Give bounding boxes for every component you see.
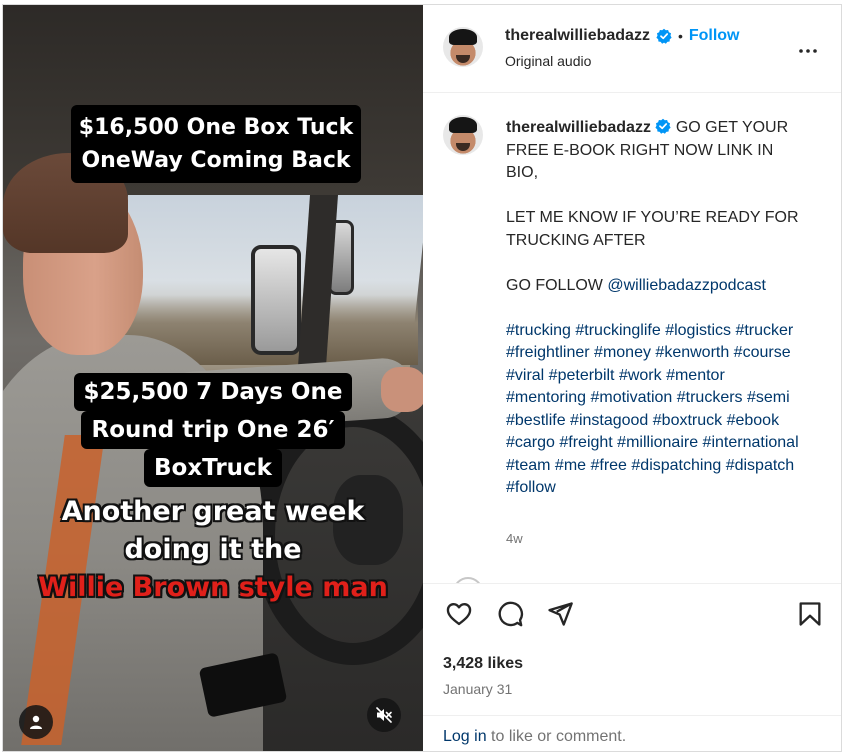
more-options-icon[interactable]: [796, 39, 820, 63]
video-player[interactable]: $16,500 One Box Tuck OneWay Coming Back …: [3, 5, 423, 751]
header-user-row: therealwilliebadazz • Follow: [505, 27, 740, 45]
likes-count[interactable]: 3,428 likes: [443, 655, 523, 673]
video-caption-bottom-white: Another great week doing it the: [61, 496, 365, 565]
action-bar: [423, 583, 841, 635]
avatar[interactable]: [443, 115, 483, 155]
caption-hashtags[interactable]: #trucking #truckinglife #logistics #truc…: [506, 322, 803, 497]
share-icon[interactable]: [546, 600, 574, 628]
bookmark-icon[interactable]: [796, 600, 824, 628]
comment-icon[interactable]: [496, 600, 524, 628]
user-tag-button[interactable]: [19, 705, 53, 739]
video-person: [381, 367, 423, 412]
login-prompt-text: Log in to like or comment.: [443, 728, 626, 746]
caption-mention-link[interactable]: @williebadazzpodcast: [607, 277, 766, 294]
video-background: [251, 245, 301, 355]
post-date: January 31: [443, 681, 513, 697]
header-separator: •: [677, 28, 683, 44]
caption-timestamp: 4w: [506, 531, 523, 546]
heart-icon[interactable]: [445, 600, 473, 628]
login-prompt: Log in to like or comment.: [423, 715, 841, 751]
verified-badge-icon: [655, 118, 671, 134]
video-caption-mid-line: BoxTruck: [144, 449, 282, 487]
caption-text: therealwilliebadazz GO GET YOUR FREE E-B…: [506, 117, 806, 500]
mute-icon: [376, 707, 392, 723]
caption-username[interactable]: therealwilliebadazz: [506, 119, 651, 136]
caption-section: therealwilliebadazz GO GET YOUR FREE E-B…: [423, 93, 841, 583]
follow-button[interactable]: Follow: [689, 27, 740, 45]
post-header: therealwilliebadazz • Follow Original au…: [423, 5, 841, 93]
video-caption-bottom: Another great week doing it the Willie B…: [33, 493, 393, 607]
video-caption-top: $16,500 One Box Tuck OneWay Coming Back: [71, 105, 361, 183]
header-username[interactable]: therealwilliebadazz: [505, 27, 650, 45]
user-tag-icon: [30, 715, 42, 729]
video-caption-mid-line: $25,500 7 Days One: [73, 373, 353, 411]
post-dialog: $16,500 One Box Tuck OneWay Coming Back …: [2, 4, 842, 752]
login-prompt-rest: to like or comment.: [486, 728, 627, 745]
video-caption-mid-line: Round trip One 26′: [81, 411, 345, 449]
mute-button[interactable]: [367, 698, 401, 732]
post-side-panel: therealwilliebadazz • Follow Original au…: [423, 5, 841, 751]
verified-badge-icon: [656, 28, 672, 44]
caption-body: GO GET YOUR FREE E-BOOK RIGHT NOW LINK I…: [506, 119, 799, 294]
avatar[interactable]: [443, 27, 483, 67]
video-caption-mid: $25,500 7 Days One Round trip One 26′ Bo…: [63, 373, 363, 487]
video-caption-bottom-red: Willie Brown style man: [38, 572, 388, 603]
original-audio-link[interactable]: Original audio: [505, 53, 591, 69]
login-link[interactable]: Log in: [443, 728, 487, 745]
